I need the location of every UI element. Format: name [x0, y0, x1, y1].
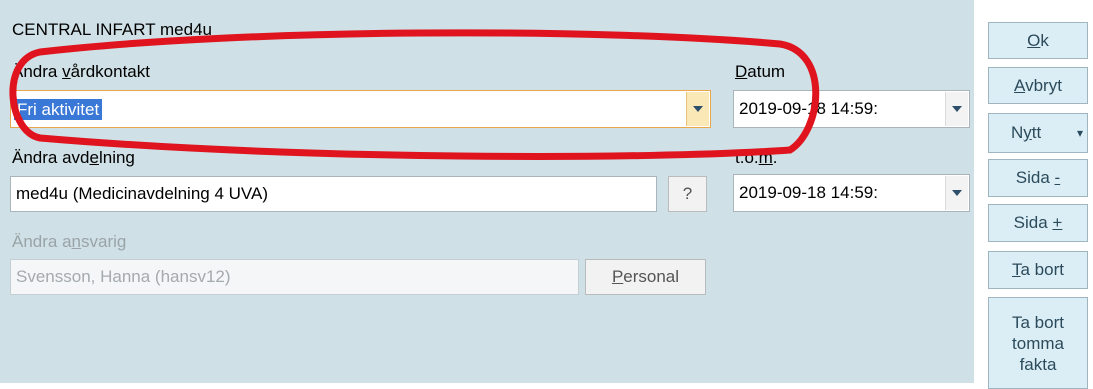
ta-bort-button[interactable]: Ta bort [988, 251, 1088, 289]
tom-label: t.o.m. [735, 148, 778, 167]
ok-button[interactable]: Ok [988, 22, 1088, 59]
chevron-down-icon: ▾ [1076, 126, 1083, 140]
tom-dropdown-button[interactable] [945, 176, 968, 210]
datum-select[interactable]: 2019-09-18 14:59: [733, 90, 970, 128]
avdelning-value: med4u (Medicinavdelning 4 UVA) [16, 184, 268, 203]
vardkontakt-dropdown-button[interactable] [686, 92, 709, 126]
datum-dropdown-button[interactable] [945, 92, 968, 126]
chevron-down-icon [693, 106, 703, 112]
avdelning-input[interactable]: med4u (Medicinavdelning 4 UVA) [10, 176, 657, 212]
ansvarig-input: Svensson, Hanna (hansv12) [10, 259, 579, 295]
avdelning-help-button[interactable]: ? [668, 176, 707, 212]
vardkontakt-select[interactable]: Fri aktivitet [10, 90, 711, 128]
datum-label: Datum [735, 62, 786, 81]
tom-value: 2019-09-18 14:59: [739, 183, 878, 202]
ansvarig-value: Svensson, Hanna (hansv12) [16, 267, 231, 286]
ansvarig-label: Ändra ansvarig [12, 232, 127, 251]
ta-bort-tomma-fakta-button[interactable]: Ta bort tomma fakta [988, 297, 1088, 389]
personal-button[interactable]: Personal [585, 259, 706, 295]
sida-plus-button[interactable]: Sida + [988, 204, 1088, 242]
datum-value: 2019-09-18 14:59: [739, 99, 878, 118]
vardkontakt-value: Fri aktivitet [14, 98, 103, 120]
tom-select[interactable]: 2019-09-18 14:59: [733, 174, 970, 212]
page-title: CENTRAL INFART med4u [12, 20, 212, 39]
vardkontakt-label: Ändra vårdkontakt [12, 62, 150, 81]
avdelning-label: Ändra avdelning [12, 148, 135, 167]
chevron-down-icon [952, 190, 962, 196]
nytt-button[interactable]: Nytt ▾ [988, 113, 1088, 153]
avbryt-button[interactable]: Avbryt [988, 67, 1088, 104]
sida-minus-button[interactable]: Sida - [988, 159, 1088, 197]
chevron-down-icon [952, 106, 962, 112]
